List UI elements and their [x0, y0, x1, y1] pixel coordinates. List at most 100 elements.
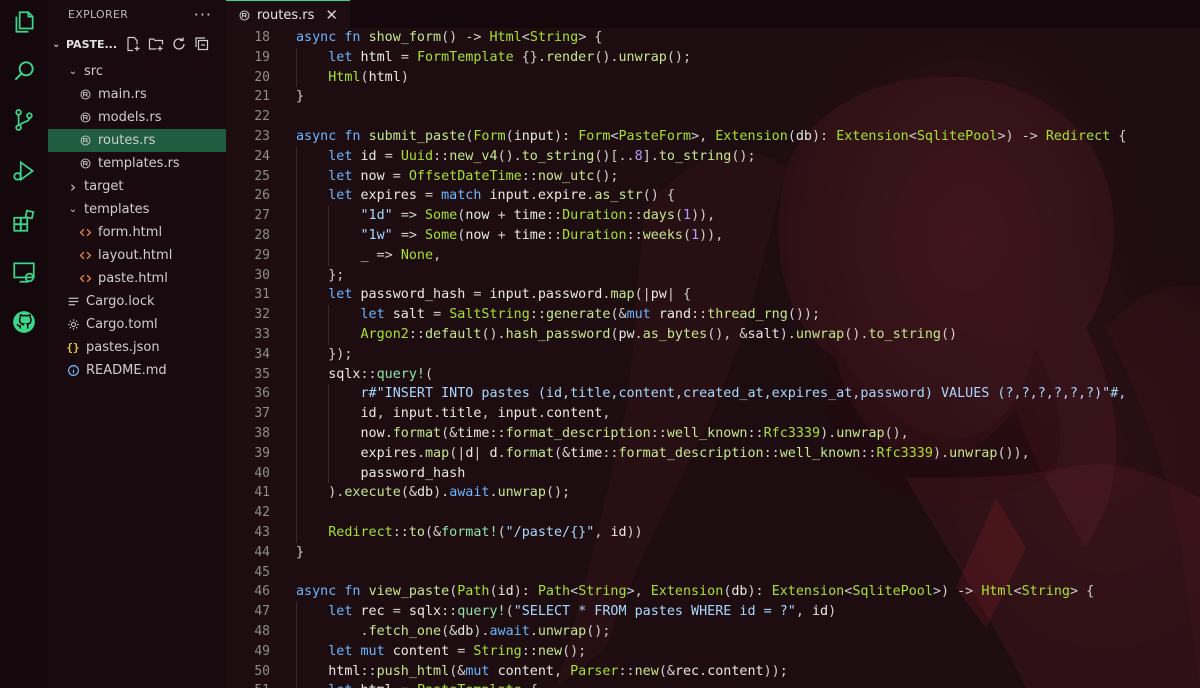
code-token: ->	[465, 30, 490, 45]
tree-file[interactable]: main.rs	[48, 83, 226, 106]
code-token: =	[433, 307, 450, 323]
code-token: ,	[602, 406, 611, 422]
line-number: 48	[254, 623, 270, 639]
code-token: Some	[425, 227, 458, 243]
code-line: let mut content = String::new();	[296, 642, 1126, 662]
run-debug-icon[interactable]	[8, 155, 40, 187]
code-token: "1w"	[296, 227, 401, 243]
code-token: =>	[376, 247, 401, 263]
code-token: format_description	[618, 445, 764, 461]
tree-file[interactable]: {} pastes.json	[48, 336, 226, 359]
code-token: (	[683, 227, 692, 243]
code-token: input	[513, 128, 554, 144]
tree-file[interactable]: layout.html	[48, 244, 226, 267]
tree-item-label: models.rs	[98, 110, 162, 125]
code-token: Argon2	[296, 326, 409, 342]
code-token: async	[296, 584, 345, 600]
code-line: expires.map(|d| d.format(&time::format_d…	[296, 444, 1126, 464]
json-file-icon: {}	[66, 341, 80, 354]
code-token: ->	[957, 584, 982, 600]
code-token: ::	[626, 208, 643, 224]
code-token: unwrap	[836, 425, 885, 441]
code-token: ).	[433, 485, 450, 501]
code-line: r#"INSERT INTO pastes (id,title,content,…	[296, 384, 1126, 404]
tree-file[interactable]: paste.html	[48, 267, 226, 290]
code-token: title	[441, 406, 482, 422]
code-line: async fn view_paste(Path(id): Path<Strin…	[296, 582, 1126, 602]
code-token: html	[296, 663, 361, 679]
code-token: {}.	[513, 49, 546, 65]
chevron-down-icon: ⌄	[68, 66, 78, 77]
code-token: ::	[489, 425, 506, 441]
code-token: ::	[618, 663, 635, 679]
code-editor[interactable]: 18 19 20 21 22 23 24 25 26 27 28 29 30 31 32 33 34 35 36 37…	[226, 28, 1200, 688]
tree-item-label: pastes.json	[86, 340, 160, 355]
code-token: Redirect	[296, 524, 393, 540]
code-token: unwrap	[618, 49, 667, 65]
code-token: <	[521, 30, 530, 45]
info-icon	[64, 364, 82, 378]
code-token: unwrap	[949, 445, 998, 461]
line-number: 45	[254, 564, 270, 580]
tree-file[interactable]: README.md	[48, 359, 226, 382]
code-content[interactable]: async fn show_form() -> Html<String> { l…	[296, 28, 1126, 688]
tree-file[interactable]: Cargo.toml	[48, 313, 226, 336]
code-token: new	[634, 663, 659, 679]
tree-folder[interactable]: ⌄ src	[48, 60, 226, 83]
tree-file[interactable]: Cargo.lock	[48, 290, 226, 313]
search-icon[interactable]	[8, 55, 40, 87]
tree-item-label: templates.rs	[98, 156, 180, 171]
code-token: time	[513, 227, 546, 243]
collapse-all-icon[interactable]	[194, 36, 210, 52]
new-file-icon[interactable]	[125, 36, 141, 52]
code-token: (),	[884, 425, 909, 441]
new-folder-icon[interactable]	[148, 36, 164, 52]
tree-file[interactable]: form.html	[48, 221, 226, 244]
code-token: .	[634, 326, 643, 342]
code-line: html::push_html(&mut content, Parser::ne…	[296, 662, 1126, 682]
code-token: ,	[376, 406, 393, 422]
tree-folder[interactable]: › target	[48, 175, 226, 198]
code-token: ();	[731, 148, 756, 164]
line-number: 51	[226, 681, 270, 688]
more-actions-icon[interactable]: ···	[194, 5, 212, 24]
code-token: unwrap	[497, 485, 546, 501]
code-token: .	[489, 485, 498, 501]
code-token: Extension	[836, 128, 909, 144]
code-token: ()[..	[594, 148, 635, 164]
tree-folder[interactable]: ⌄ templates	[48, 198, 226, 221]
refresh-icon[interactable]	[171, 36, 187, 52]
tree-item-label: layout.html	[98, 248, 173, 263]
code-token: )	[828, 604, 837, 620]
tree-item-label: Cargo.lock	[86, 294, 155, 309]
explorer-files-icon[interactable]	[8, 6, 40, 38]
code-token: Redirect	[1045, 128, 1111, 144]
lock-file-icon	[64, 295, 82, 309]
code-token: ,	[554, 663, 571, 679]
code-token: .	[699, 663, 708, 679]
code-token: ::	[433, 148, 450, 164]
code-token: to_string	[658, 148, 732, 164]
tab-routes-rs[interactable]: routes.rs ✕	[226, 0, 350, 29]
code-token: db	[457, 623, 474, 639]
extensions-icon[interactable]	[8, 205, 40, 237]
code-token: db	[416, 485, 434, 501]
code-line: let expires = match input.expire.as_str(…	[296, 186, 1126, 206]
line-number: 25	[254, 168, 270, 184]
close-icon[interactable]: ✕	[325, 6, 338, 24]
chevron-right-icon: ›	[70, 177, 76, 196]
code-token: =>	[400, 227, 425, 243]
source-control-icon[interactable]	[8, 104, 40, 136]
workspace-root[interactable]: ⌄ PASTE...	[48, 28, 226, 60]
code-token: let	[296, 188, 361, 204]
remote-explorer-icon[interactable]	[8, 256, 40, 288]
tree-file[interactable]: templates.rs	[48, 152, 226, 175]
tree-file[interactable]: routes.rs	[48, 129, 226, 152]
tree-file[interactable]: models.rs	[48, 106, 226, 129]
code-token: Form	[578, 128, 611, 144]
code-token: 1	[691, 227, 700, 243]
github-icon[interactable]	[8, 306, 40, 338]
code-token: }	[296, 544, 305, 560]
code-token: await	[449, 485, 490, 501]
